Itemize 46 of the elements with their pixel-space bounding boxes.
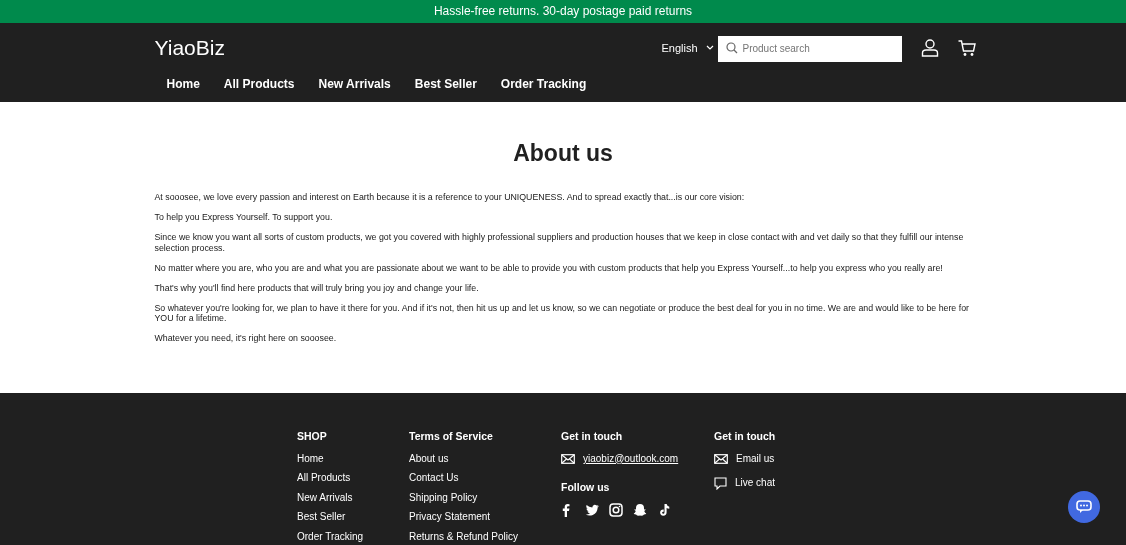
- paragraph: That's why you'll find here products that will truly bring you joy and change your life.: [154, 282, 480, 294]
- search-field[interactable]: Product search: [717, 35, 902, 62]
- nav-link[interactable]: New Arrivals: [306, 75, 403, 93]
- footer-link[interactable]: Order Tracking: [297, 530, 409, 543]
- nav-link[interactable]: All Products: [211, 75, 307, 93]
- nav-link[interactable]: Best Seller: [402, 75, 489, 93]
- nav-link[interactable]: Home: [154, 75, 212, 93]
- footer-link[interactable]: Returns & Refund Policy: [409, 530, 561, 543]
- chevron-down-icon: [705, 45, 714, 51]
- ghost-icon[interactable]: [633, 503, 647, 518]
- live-chat-link[interactable]: Live chat: [735, 477, 776, 490]
- footer-link[interactable]: Shipping Policy: [409, 491, 561, 504]
- cart-icon[interactable]: [957, 39, 976, 57]
- footer-heading: Get in touch: [561, 430, 624, 443]
- footer-link[interactable]: Contact Us: [409, 472, 561, 485]
- paragraph: So whatever you're looking for, we plan to have it there for you. And if it's not, then hit us up and let us know, so we can negotiate or produce the best deal for you in no time. We are and would like to be here for YOU for a lifetime.: [154, 302, 970, 325]
- announcement-bar: Hassle-free returns. 30-day postage paid returns: [0, 0, 1126, 23]
- user-icon[interactable]: [920, 39, 939, 57]
- bird-icon[interactable]: [585, 503, 599, 518]
- logo[interactable]: YiaoBiz: [154, 32, 225, 64]
- footer-link[interactable]: All Products: [297, 472, 409, 485]
- chat-icon: [1076, 500, 1092, 514]
- language-selector[interactable]: English: [661, 39, 714, 57]
- email-link[interactable]: Email us: [736, 452, 775, 465]
- email-link[interactable]: yiaobiz@outlook.com: [583, 452, 679, 465]
- footer-link[interactable]: Privacy Statement: [409, 511, 561, 524]
- mail-icon: [714, 453, 728, 464]
- footer-link[interactable]: Best Seller: [297, 511, 409, 524]
- paragraph: Whatever you need, it's right here on sooosee.: [154, 333, 338, 345]
- paragraph: Since we know you want all sorts of custom products, we got you covered with highly professional suppliers and production houses that we keep in close contact with and vet daily so that they fulfill our intense selection process.: [154, 231, 965, 254]
- paragraph: No matter where you are, who you are and what you are passionate about we want to be able to provide you with custom products that help you Express Yourself...to help you express who you really are!: [154, 262, 944, 274]
- footer-link[interactable]: New Arrivals: [297, 491, 409, 504]
- footer-heading: Terms of Service: [409, 430, 494, 443]
- footer-heading: Follow us: [561, 480, 611, 494]
- nav-link[interactable]: Order Tracking: [488, 75, 599, 93]
- footer-link[interactable]: About us: [409, 452, 561, 465]
- footer-link[interactable]: Home: [297, 452, 409, 465]
- page-title: About us: [512, 140, 614, 168]
- footer-heading: Get in touch: [714, 430, 776, 443]
- paragraph: To help you Express Yourself. To support you.: [154, 211, 334, 223]
- chat-icon: [714, 476, 727, 490]
- camera-icon[interactable]: [609, 503, 623, 518]
- paragraph: At sooosee, we love every passion and interest on Earth because it is a reference to your UNIQUENESS. And to spread exactly that...is our core vision:: [154, 191, 746, 203]
- note-icon[interactable]: [657, 503, 671, 518]
- mail-icon: [561, 453, 575, 464]
- footer-heading: SHOP: [297, 430, 328, 443]
